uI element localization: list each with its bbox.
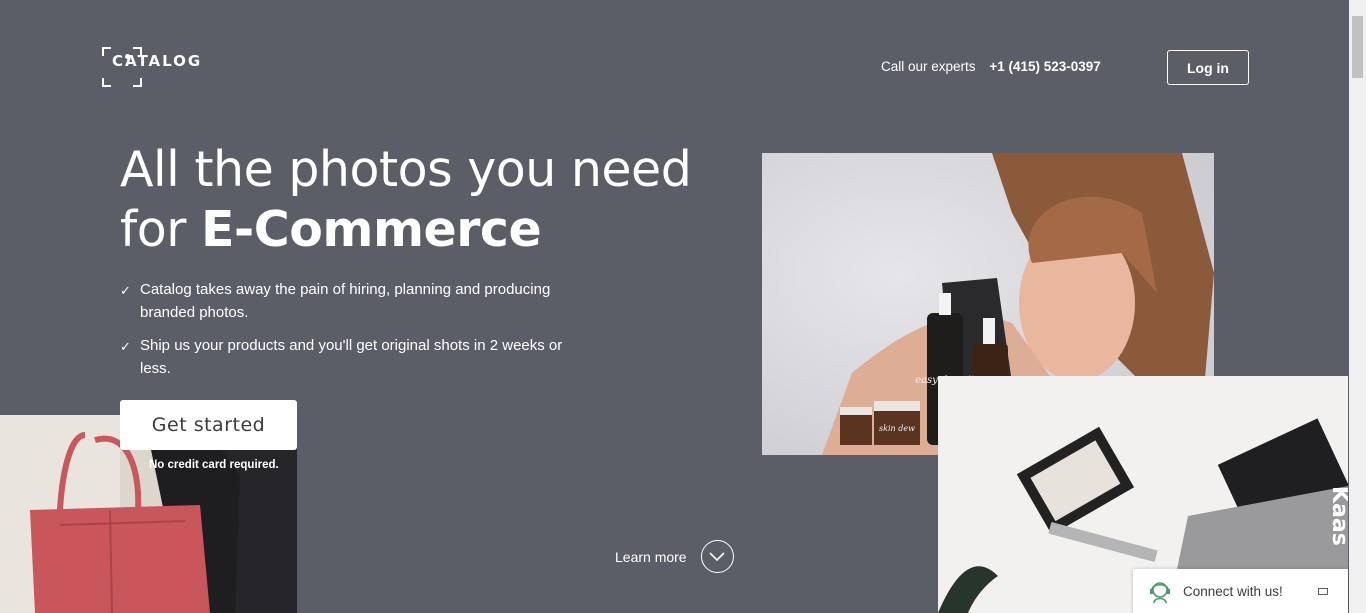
hero-title: All the photos you need for E-Commerce — [120, 140, 692, 260]
product-label: skin dew — [879, 424, 915, 433]
feature-text: Ship us your products and you'll get ori… — [140, 337, 563, 377]
page-scrollbar[interactable] — [1349, 0, 1366, 613]
feature-text: Catalog takes away the pain of hiring, p… — [140, 281, 551, 321]
learn-more-label: Learn more — [615, 548, 687, 565]
call-experts: Call our experts +1 (415) 523-0397 — [881, 59, 1101, 74]
check-icon: ✓ — [120, 283, 131, 298]
chevron-down-icon[interactable] — [700, 540, 734, 573]
catalog-logo[interactable]: CATALOG — [102, 46, 200, 88]
flatlay-brand-text: Kaas — [1327, 486, 1348, 546]
hero-title-line1: All the photos you need — [120, 141, 692, 198]
phone-link[interactable]: +1 (415) 523-0397 — [989, 59, 1100, 74]
hero-title-strong: E-Commerce — [200, 201, 542, 258]
minimize-icon[interactable] — [1318, 588, 1328, 595]
scrollbar-thumb[interactable] — [1352, 16, 1363, 78]
no-credit-card-note: No credit card required. — [149, 459, 279, 471]
check-icon: ✓ — [120, 339, 131, 354]
feature-item: ✓ Catalog takes away the pain of hiring,… — [120, 278, 570, 324]
hero-title-prefix: for — [120, 201, 201, 258]
call-label: Call our experts — [881, 59, 976, 74]
feature-item: ✓ Ship us your products and you'll get o… — [120, 334, 570, 380]
learn-more-link[interactable]: Learn more — [615, 540, 734, 573]
logo-text: CATALOG — [112, 52, 203, 70]
feature-list: ✓ Catalog takes away the pain of hiring,… — [120, 278, 570, 390]
get-started-button[interactable]: Get started — [120, 400, 297, 450]
support-agent-icon — [1150, 582, 1170, 604]
login-button[interactable]: Log in — [1167, 50, 1249, 85]
chat-widget[interactable]: Connect with us! — [1133, 569, 1348, 613]
chat-label: Connect with us! — [1183, 583, 1283, 599]
